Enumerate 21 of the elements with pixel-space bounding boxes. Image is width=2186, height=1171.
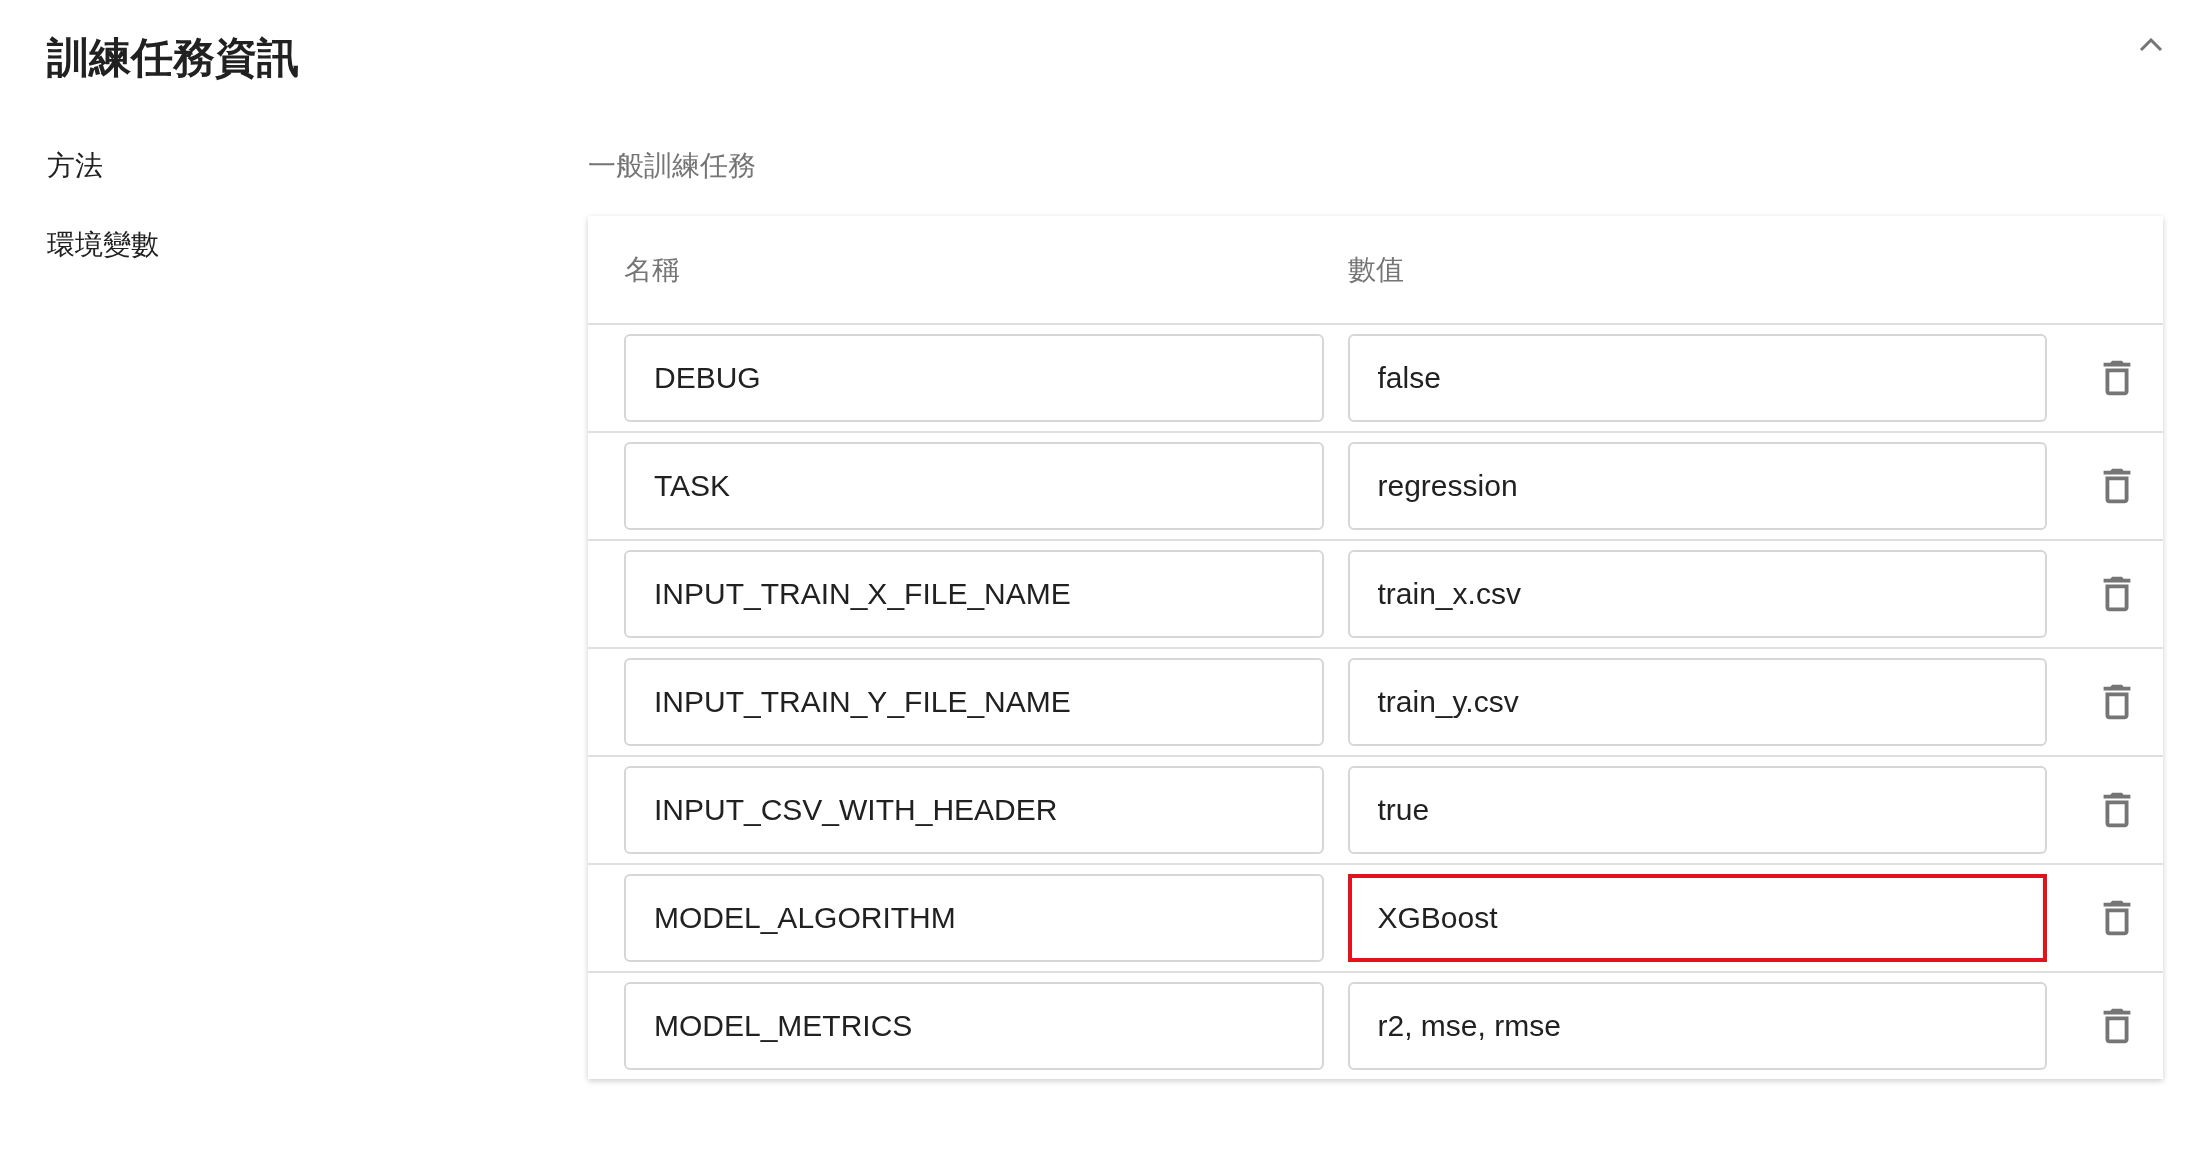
value-field[interactable]: false (1347, 334, 2047, 422)
name-field[interactable]: INPUT_TRAIN_X_FILE_NAME (624, 550, 1324, 638)
value-field[interactable]: r2, mse, rmse (1347, 982, 2047, 1070)
column-header: 數值 (1347, 251, 1405, 288)
value-field[interactable]: XGBoost (1347, 874, 2047, 962)
section-title: 訓練任務資訊 (47, 32, 299, 84)
column-header: 名稱 (624, 251, 681, 288)
field-label: 方法 (47, 148, 104, 184)
chevron-icon[interactable] (2139, 38, 2163, 52)
field-value: 一般訓練任務 (588, 148, 756, 184)
field-label: 環境變數 (47, 227, 160, 263)
name-field[interactable]: MODEL_ALGORITHM (624, 874, 1324, 962)
name-field[interactable]: INPUT_CSV_WITH_HEADER (624, 766, 1324, 854)
name-field[interactable]: TASK (624, 442, 1324, 530)
name-field[interactable]: DEBUG (624, 334, 1324, 422)
value-field[interactable]: train_y.csv (1347, 658, 2047, 746)
name-field[interactable]: MODEL_METRICS (624, 982, 1324, 1070)
value-field[interactable]: true (1347, 766, 2047, 854)
value-field[interactable]: train_x.csv (1347, 550, 2047, 638)
value-field[interactable]: regression (1347, 442, 2047, 530)
name-field[interactable]: INPUT_TRAIN_Y_FILE_NAME (624, 658, 1324, 746)
